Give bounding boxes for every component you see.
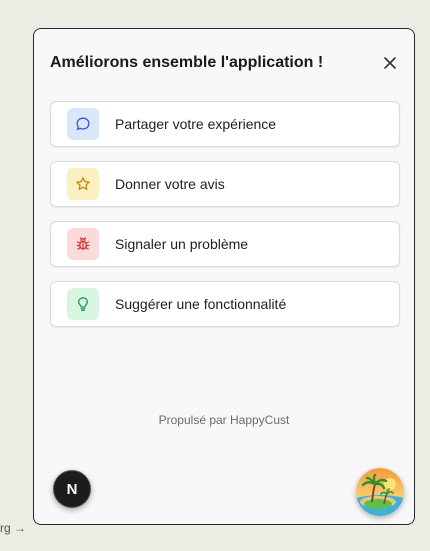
option-label: Partager votre expérience [115,116,277,132]
option-share-experience[interactable]: Partager votre expérience [50,101,400,147]
nextjs-dev-button[interactable]: N [53,470,91,508]
widget-title: Améliorons ensemble l'application ! [50,54,324,71]
nextjs-logo-icon: N [66,480,78,498]
option-label: Signaler un problème [115,236,249,252]
feedback-widget-panel: Améliorons ensemble l'application ! Part… [33,28,415,525]
background-link[interactable]: rg → [0,521,26,535]
close-icon [384,57,396,69]
option-suggest-feature[interactable]: Suggérer une fonctionnalité [50,281,400,327]
widget-header: Améliorons ensemble l'application ! [50,51,400,75]
close-button[interactable] [380,53,400,73]
page-root: rg → Améliorons ensemble l'application !… [0,0,430,551]
option-give-feedback[interactable]: Donner votre avis [50,161,400,207]
bug-icon [67,228,99,260]
lightbulb-icon [67,288,99,320]
feedback-options: Partager votre expérience Donner votre a… [50,101,400,341]
option-label: Donner votre avis [115,176,225,192]
chat-bubble-icon [67,108,99,140]
widget-launcher-button[interactable] [356,468,404,516]
option-report-problem[interactable]: Signaler un problème [50,221,400,267]
powered-by-footer[interactable]: Propulsé par HappyCust [34,413,414,427]
star-icon [67,168,99,200]
option-label: Suggérer une fonctionnalité [115,296,287,312]
tropical-island-avatar-icon [356,468,404,516]
